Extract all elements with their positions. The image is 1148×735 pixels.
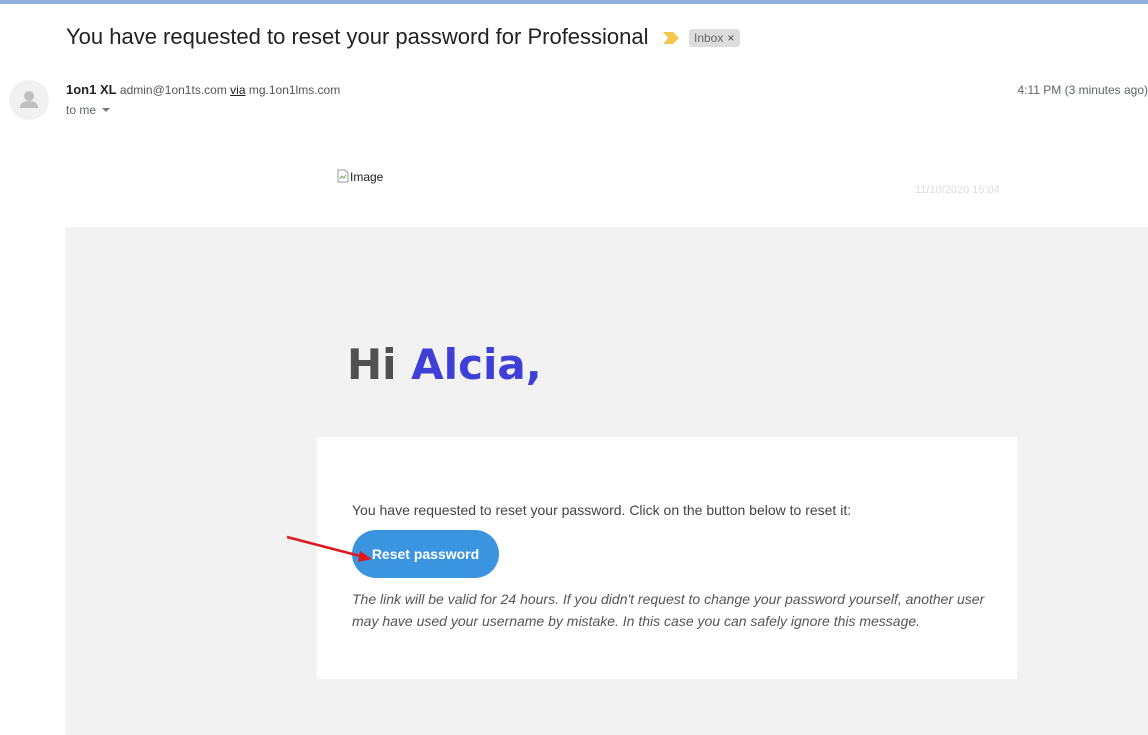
reset-card: You have requested to reset your passwor… [317,437,1017,679]
email-subject: You have requested to reset your passwor… [66,24,649,49]
person-icon [20,91,38,108]
caret-down-icon[interactable] [102,108,111,112]
validity-note: The link will be valid for 24 hours. If … [352,591,985,629]
greeting-prefix: Hi [347,340,397,389]
broken-image-alt-text: Image [350,170,384,184]
recipient-line: to me [66,103,111,117]
sender-address: admin@1on1ts.com [119,83,227,97]
sender-line: 1on1 XL admin@1on1ts.com via mg.1on1lms.… [66,82,340,97]
sender-name[interactable]: 1on1 XL [66,82,117,97]
sender-via-link[interactable]: via [230,83,245,97]
inbox-label-tag: Inbox × [689,29,741,47]
sender-via-domain: mg.1on1lms.com [248,83,341,97]
email-body-date: 11/10/2020 15:04 [915,184,1000,196]
greeting-heading: Hi Alcia, [347,340,542,389]
recipient-text: to me [66,103,97,117]
reset-message: You have requested to reset your passwor… [352,502,852,518]
inbox-label-text: Inbox [694,31,724,45]
importance-marker-icon[interactable] [663,32,679,44]
greeting-name: Alcia, [411,340,542,389]
remove-label-icon[interactable]: × [727,31,734,45]
header-image-placeholder: Image [337,169,383,184]
avatar [9,80,49,120]
window-top-accent-bar [0,0,1148,4]
email-timestamp: 4:11 PM (3 minutes ago) [1017,83,1148,97]
reset-password-button[interactable]: Reset password [352,530,499,578]
broken-image-icon [337,169,349,183]
